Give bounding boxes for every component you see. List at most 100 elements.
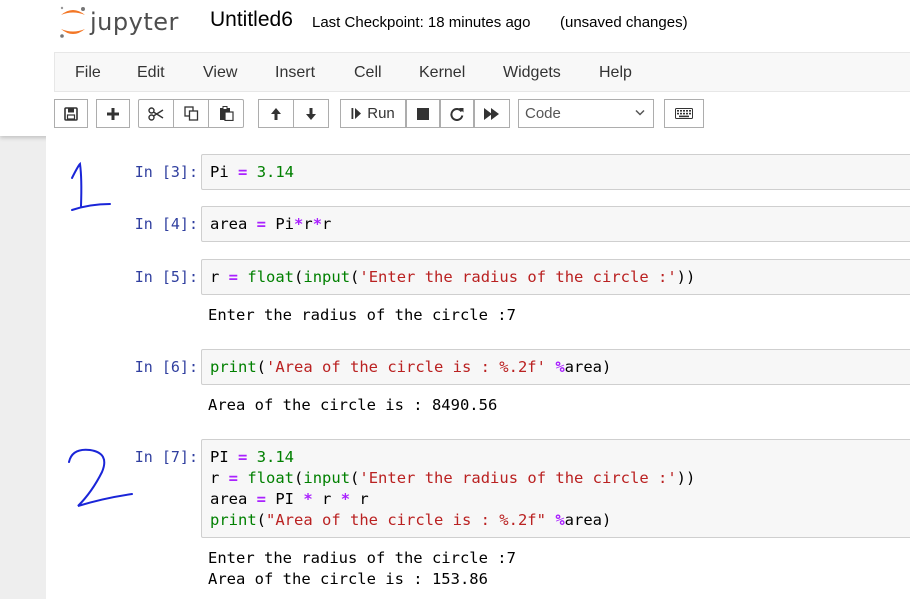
code-line: print("Area of the circle is : %.2f" %ar… (210, 511, 611, 529)
cut-button[interactable] (138, 99, 174, 128)
code-token: ( (350, 268, 360, 286)
move-down-button[interactable] (293, 99, 329, 128)
menu-file[interactable]: File (75, 64, 101, 82)
code-cell-input[interactable]: r = float(input('Enter the radius of the… (201, 259, 910, 295)
cell-output: Area of the circle is : 153.86 (208, 570, 488, 588)
plus-icon (107, 107, 119, 120)
copy-icon (183, 106, 198, 121)
code-token: = (238, 448, 248, 466)
arrow-up-icon (271, 107, 281, 120)
cut-icon (148, 106, 164, 121)
code-cell-input[interactable]: print('Area of the circle is : %.2f' %ar… (201, 349, 910, 385)
menu-kernel[interactable]: Kernel (419, 64, 465, 82)
run-button[interactable]: Run (340, 99, 406, 128)
code-token: )) (676, 469, 696, 487)
arrow-down-icon (306, 107, 316, 120)
stop-icon (417, 107, 429, 120)
keyboard-icon (675, 108, 693, 119)
cell-prompt: In [3]: (134, 163, 198, 181)
code-token: = (256, 490, 267, 508)
menu-view[interactable]: View (203, 64, 237, 82)
logo-text: jupyter (90, 8, 179, 36)
code-line: area = Pi*r*r (210, 215, 331, 233)
handwritten-number-1: 1 (71, 161, 111, 211)
code-line: r = float(input('Enter the radius of the… (210, 469, 695, 487)
code-line: print('Area of the circle is : %.2f' %ar… (210, 358, 611, 376)
code-token: input (303, 469, 351, 487)
copy-button[interactable] (173, 99, 209, 128)
cell-output: Enter the radius of the circle :7 (208, 549, 516, 567)
code-token: r (303, 215, 313, 233)
cell-prompt: In [4]: (134, 215, 198, 233)
code-token: PI (266, 490, 304, 508)
code-token: = (228, 268, 239, 286)
code-token: )) (676, 268, 696, 286)
code-token: r (210, 268, 229, 286)
code-token: 3.14 (256, 448, 295, 466)
code-token: * (312, 215, 323, 233)
menu-bar: File Edit View Insert Cell Kernel Widget… (54, 52, 910, 92)
save-button[interactable] (54, 99, 88, 128)
code-line: Pi = 3.14 (210, 163, 294, 181)
save-icon (64, 106, 78, 121)
code-token: * (340, 490, 351, 508)
code-token: 'Enter the radius of the circle :' (359, 469, 677, 487)
code-token: r (312, 490, 341, 508)
code-cell-input[interactable]: Pi = 3.14 (201, 154, 910, 190)
code-token: ( (350, 469, 360, 487)
insert-cell-button[interactable] (96, 99, 130, 128)
code-token: Pi (210, 163, 238, 181)
menu-insert[interactable]: Insert (275, 64, 315, 82)
code-cell-input[interactable]: PI = 3.14 r = float(input('Enter the radi… (201, 439, 910, 538)
code-token: area) (564, 511, 612, 529)
cell-type-select[interactable]: Code (518, 99, 654, 128)
jupyter-logo-icon (60, 6, 85, 38)
restart-run-all-button[interactable] (474, 99, 510, 128)
code-token: = (228, 469, 239, 487)
menu-help[interactable]: Help (599, 64, 632, 82)
code-token: "Area of the circle is : %.2f" (266, 511, 546, 529)
menu-cell[interactable]: Cell (354, 64, 382, 82)
notebook-name[interactable]: Untitled6 (210, 8, 293, 32)
checkpoint-status: Last Checkpoint: 18 minutes ago (312, 14, 531, 31)
fast-forward-icon (484, 107, 499, 120)
code-token: 'Area of the circle is : %.2f' (266, 358, 546, 376)
code-token: input (303, 268, 351, 286)
code-token: r (322, 215, 332, 233)
cell-prompt: In [6]: (134, 358, 198, 376)
unsaved-status: (unsaved changes) (560, 14, 688, 31)
code-token: * (294, 215, 304, 233)
code-token: % (555, 511, 565, 529)
menu-widgets[interactable]: Widgets (503, 64, 561, 82)
code-token: float (247, 268, 295, 286)
code-token: print (210, 358, 257, 376)
interrupt-button[interactable] (406, 99, 440, 128)
code-cell-input[interactable]: area = Pi*r*r (201, 206, 910, 242)
cell-output: Area of the circle is : 8490.56 (208, 396, 498, 414)
cell-output: Enter the radius of the circle :7 (208, 306, 516, 324)
menu-edit[interactable]: Edit (137, 64, 165, 82)
restart-icon (450, 107, 464, 121)
code-token: area (210, 490, 257, 508)
code-token: ( (294, 469, 304, 487)
code-line: r = float(input('Enter the radius of the… (210, 268, 695, 286)
code-token: float (247, 469, 295, 487)
command-palette-button[interactable] (664, 99, 704, 128)
paste-icon (219, 106, 234, 121)
code-token: 3.14 (256, 163, 295, 181)
code-token: PI (210, 448, 238, 466)
jupyter-logo[interactable]: jupyter (58, 4, 179, 40)
move-up-button[interactable] (258, 99, 294, 128)
code-token: ( (294, 268, 304, 286)
code-token: area (210, 215, 257, 233)
restart-button[interactable] (440, 99, 474, 128)
code-token: ( (256, 511, 267, 529)
code-token: Pi (266, 215, 295, 233)
paste-button[interactable] (208, 99, 244, 128)
code-token: r (210, 469, 229, 487)
cell-type-value: Code (525, 105, 561, 122)
header: jupyter Untitled6 Last Checkpoint: 18 mi… (0, 0, 910, 136)
